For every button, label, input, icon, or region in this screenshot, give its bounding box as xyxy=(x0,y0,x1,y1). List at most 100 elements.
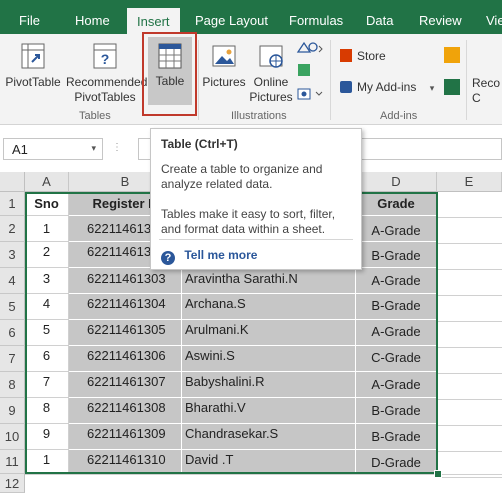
tab-home[interactable]: Home xyxy=(75,0,110,34)
cell-register[interactable]: 62211461308 xyxy=(69,398,182,424)
cell-grade[interactable]: B-Grade xyxy=(356,424,437,450)
cell-grade[interactable]: C-Grade xyxy=(356,346,437,372)
cell-grade[interactable]: B-Grade xyxy=(356,398,437,424)
cell-grade[interactable]: B-Grade xyxy=(356,242,437,268)
tooltip-line-3: Tables make it easy to sort, filter, xyxy=(161,207,336,221)
tab-data[interactable]: Data xyxy=(366,0,393,34)
column-header-d[interactable]: D xyxy=(356,172,437,192)
cell-sno[interactable]: 9 xyxy=(25,424,69,450)
pivot-table-button[interactable]: PivotTable xyxy=(5,42,61,90)
row-header-6[interactable]: 6 xyxy=(0,320,25,346)
tooltip-line-2: analyze related data. xyxy=(161,177,273,191)
formula-bar-handle[interactable]: ⋮ xyxy=(112,142,122,156)
recommended-charts-button[interactable]: Reco C xyxy=(472,76,502,106)
row-header-12[interactable]: 12 xyxy=(0,474,25,493)
group-separator xyxy=(466,40,467,120)
cell-sno[interactable]: 4 xyxy=(25,294,69,320)
screenshot-icon xyxy=(297,88,323,100)
cell-register[interactable]: 62211461305 xyxy=(69,320,182,346)
tell-me-more-link[interactable]: ? Tell me more xyxy=(161,248,257,265)
row-header-9[interactable]: 9 xyxy=(0,398,25,424)
pictures-button[interactable]: Pictures xyxy=(200,42,248,90)
people-graph-icon[interactable] xyxy=(444,79,460,95)
group-separator xyxy=(330,40,331,120)
cell-sno[interactable]: 1 xyxy=(25,450,69,474)
cell-grade[interactable]: A-Grade xyxy=(356,216,437,242)
row-header-10[interactable]: 10 xyxy=(0,424,25,450)
row-header-1[interactable]: 1 xyxy=(0,192,25,216)
cell-register[interactable]: 62211461307 xyxy=(69,372,182,398)
reco-label-2: C xyxy=(472,91,481,105)
cell-name[interactable]: Aswini.S xyxy=(182,346,356,372)
my-addins-button[interactable]: My Add-ins ▾ xyxy=(340,80,434,94)
select-all-corner[interactable] xyxy=(0,172,25,192)
table-button[interactable]: Table xyxy=(148,37,192,105)
fill-handle[interactable] xyxy=(434,470,442,478)
online-pictures-button[interactable]: Online Pictures xyxy=(248,42,294,105)
tab-file[interactable]: File xyxy=(19,0,40,34)
row-header-11[interactable]: 11 xyxy=(0,450,25,474)
row-header-8[interactable]: 8 xyxy=(0,372,25,398)
row-header-5[interactable]: 5 xyxy=(0,294,25,320)
tab-review[interactable]: Review xyxy=(419,0,462,34)
name-box-dropdown-icon[interactable]: ▾ xyxy=(91,143,96,154)
store-button[interactable]: Store xyxy=(340,49,386,63)
tooltip-divider xyxy=(159,239,353,240)
row-header-7[interactable]: 7 xyxy=(0,346,25,372)
column-header-a[interactable]: A xyxy=(25,172,69,192)
store-icon xyxy=(340,49,352,62)
cell-register[interactable]: 62211461309 xyxy=(69,424,182,450)
cell-sno[interactable]: 6 xyxy=(25,346,69,372)
cell-sno[interactable]: 3 xyxy=(25,268,69,294)
cell-name[interactable]: David .T xyxy=(182,450,356,474)
shapes-button[interactable] xyxy=(296,40,324,59)
name-box-value: A1 xyxy=(12,142,28,157)
cell-grade[interactable]: A-Grade xyxy=(356,372,437,398)
cell-grade[interactable]: B-Grade xyxy=(356,294,437,320)
cell-d1-header[interactable]: Grade xyxy=(356,192,437,216)
cell-sno[interactable]: 7 xyxy=(25,372,69,398)
row-header-2[interactable]: 2 xyxy=(0,216,25,242)
cell-register[interactable]: 62211461304 xyxy=(69,294,182,320)
cell-name[interactable]: Babyshalini.R xyxy=(182,372,356,398)
cell-grade[interactable]: A-Grade xyxy=(356,268,437,294)
ribbon-tab-bar: File Home Insert Page Layout Formulas Da… xyxy=(0,0,502,34)
bing-maps-icon[interactable] xyxy=(444,47,460,63)
tab-page-layout[interactable]: Page Layout xyxy=(195,0,268,34)
tab-formulas[interactable]: Formulas xyxy=(289,0,343,34)
recommended-pivottables-button[interactable]: ? Recommended PivotTables xyxy=(66,42,147,105)
cell-register[interactable]: 62211461310 xyxy=(69,450,182,474)
my-addins-dropdown-icon[interactable]: ▾ xyxy=(430,83,435,93)
name-box[interactable]: A1 ▾ xyxy=(3,138,103,160)
cell-name[interactable]: Aravintha Sarathi.N xyxy=(182,268,356,294)
cell-name[interactable]: Arulmani.K xyxy=(182,320,356,346)
screenshot-button[interactable] xyxy=(296,86,324,105)
row-12-empty-cells[interactable] xyxy=(25,474,502,494)
tooltip-line-1: Create a table to organize and xyxy=(161,162,323,176)
column-header-e[interactable]: E xyxy=(437,172,502,192)
smartart-button[interactable] xyxy=(296,62,312,81)
cell-sno[interactable]: 5 xyxy=(25,320,69,346)
tab-insert[interactable]: Insert xyxy=(127,8,180,34)
cell-sno[interactable]: 8 xyxy=(25,398,69,424)
cell-name[interactable]: Archana.S xyxy=(182,294,356,320)
cell-sno[interactable]: 1 xyxy=(25,216,69,242)
cell-grade[interactable]: A-Grade xyxy=(356,320,437,346)
table-icon xyxy=(158,43,182,69)
recommended-label-2: PivotTables xyxy=(74,90,136,104)
cell-grade[interactable]: D-Grade xyxy=(356,450,437,474)
cell-sno[interactable]: 2 xyxy=(25,242,69,268)
svg-text:?: ? xyxy=(101,51,110,67)
cell-name[interactable]: Chandrasekar.S xyxy=(182,424,356,450)
column-e-empty-cells[interactable] xyxy=(437,192,502,493)
cell-name[interactable]: Bharathi.V xyxy=(182,398,356,424)
online-pictures-icon xyxy=(259,45,283,68)
cell-register[interactable]: 62211461306 xyxy=(69,346,182,372)
cell-register[interactable]: 62211461303 xyxy=(69,268,182,294)
cell-a1-header[interactable]: Sno xyxy=(25,192,69,216)
row-header-4[interactable]: 4 xyxy=(0,268,25,294)
table-tooltip: Table (Ctrl+T) Create a table to organiz… xyxy=(150,128,362,270)
row-header-3[interactable]: 3 xyxy=(0,242,25,268)
tab-view[interactable]: Vie xyxy=(486,0,502,34)
addins-icon xyxy=(340,81,352,93)
